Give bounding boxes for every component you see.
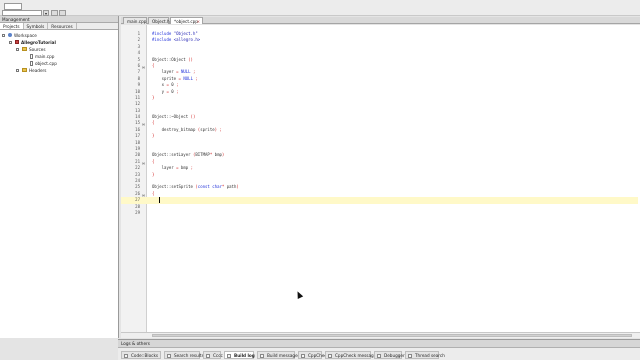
logs-tabs: Code::Blocks Search results Cccc Build log B… [118,348,640,360]
tree-item-sources[interactable]: Sources [0,46,118,53]
collapse-icon[interactable] [9,41,12,44]
logs-title: Logs & others [118,340,640,348]
logs-panel: Logs & others Code::Blocks Search results… [118,339,640,360]
log-tab-icon [408,354,412,358]
log-tab[interactable]: CppCheck [298,351,329,359]
tree-label: Headers [29,68,47,73]
toolbar-input[interactable] [4,3,22,10]
tree-item-workspace[interactable]: Workspace [0,32,118,39]
management-panel: Management Projects Symbols Resources Wo… [0,16,119,338]
tab-projects[interactable]: Projects [0,23,24,29]
log-tab-label: Cccc [213,353,223,358]
ide-window: ▾ Management Projects Symbols Resources … [0,0,640,360]
tab-main-cpp[interactable]: main.cpp [123,17,147,24]
tree-label: object.cpp [35,61,57,66]
tab-label: *object.cpp [174,19,198,24]
fold-icon[interactable] [141,65,146,70]
code-editor[interactable]: 1 #include "Object.h" 2 #include <allegro.h… [121,25,640,332]
tree-item-project[interactable]: AllegroTutorial [0,39,118,46]
tab-object-cpp[interactable]: *object.cpp × [170,17,203,24]
log-tab-label: CppCheck messages [335,353,379,358]
fold-icon[interactable] [141,161,146,166]
log-tab-icon [377,354,381,358]
fold-icon[interactable] [141,193,146,198]
collapse-icon[interactable] [2,34,5,37]
fold-icon[interactable] [141,122,146,127]
log-tab-icon [328,354,332,358]
log-tab-icon [227,354,231,358]
tab-object-h[interactable]: Object.h [148,17,170,24]
editor-tabs: main.cpp Object.h *object.cpp × [121,17,640,24]
log-tab[interactable]: Thread search [405,351,445,359]
tab-label: Object.h [152,19,170,24]
management-tabs: Projects Symbols Resources [0,23,118,30]
tree-item-headers[interactable]: Headers [0,67,118,74]
tree-label: Sources [29,47,46,52]
management-title: Management [0,16,118,23]
log-tab-icon [260,354,264,358]
log-tab[interactable]: Build messages [257,351,300,359]
project-icon [15,40,19,44]
log-tab-icon [167,354,171,358]
file-icon [30,61,33,66]
project-tree: Workspace AllegroTutorial Sources main.c… [0,30,118,74]
tree-item-object-cpp[interactable]: object.cpp [0,60,118,67]
log-tab-label: Search results [174,353,204,358]
workspace-icon [8,33,12,37]
log-tab[interactable]: Code::Blocks [121,351,161,359]
tree-item-main-cpp[interactable]: main.cpp [0,53,118,60]
horizontal-scrollbar[interactable] [121,332,640,338]
log-tab-label: Debugger [384,353,405,358]
log-tab[interactable]: Debugger [374,351,405,359]
folder-icon [22,47,27,51]
tree-label: Workspace [14,33,37,38]
log-tab[interactable]: CppCheck messages [325,351,378,359]
tree-label: AllegroTutorial [21,40,56,45]
folder-icon [22,68,27,72]
expand-icon[interactable] [16,69,19,72]
log-tab-label: Build messages [267,353,300,358]
log-tab[interactable]: Build log [224,351,255,359]
log-tab-icon [206,354,210,358]
collapse-icon[interactable] [16,48,19,51]
log-tab-label: Code::Blocks [131,353,159,358]
tab-label: main.cpp [127,19,147,24]
log-tab[interactable]: Cccc [203,351,223,359]
tab-symbols[interactable]: Symbols [24,23,49,29]
scrollbar-thumb[interactable] [152,334,632,337]
file-icon [30,54,33,59]
log-tab-label: Thread search [415,353,445,358]
code-lines: 1 #include "Object.h" 2 #include <allegro.h… [121,31,638,216]
log-tab-icon [124,354,128,358]
close-icon[interactable]: × [196,18,200,25]
log-tab-label: Build log [234,353,255,358]
tab-resources[interactable]: Resources [48,23,77,29]
log-tab[interactable]: Search results [164,351,204,359]
code-line[interactable]: 29 [121,210,638,216]
text-caret [159,197,160,204]
line-number: 29 [135,209,140,215]
tree-label: main.cpp [35,54,55,59]
top-toolbar: ▾ [0,0,640,16]
log-tab-icon [301,354,305,358]
